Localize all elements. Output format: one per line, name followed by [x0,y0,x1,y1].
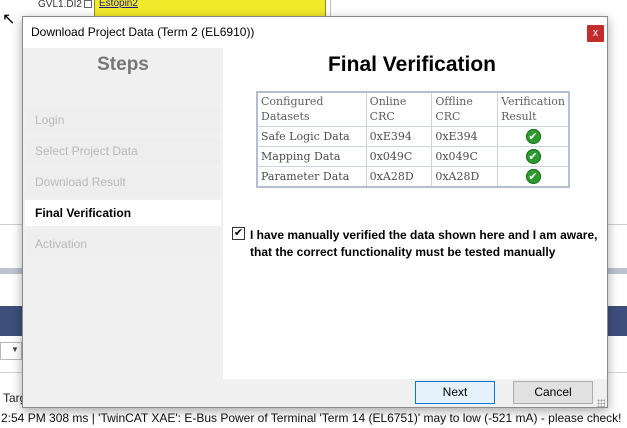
check-circle-icon: ✔ [525,168,541,184]
table-header-row: Configured Datasets Online CRC Offline C… [256,91,570,127]
step-activation: Activation [25,231,221,257]
cancel-button[interactable]: Cancel [513,381,593,404]
output-log-line: 2:54 PM 308 ms | 'TwinCAT XAE': E-Bus Po… [0,408,627,428]
next-button[interactable]: Next [415,381,495,404]
offline-crc: 0xE394 [431,125,499,147]
page-title: Final Verification [327,53,497,76]
header-line: Online [369,95,407,108]
steps-heading: Steps [97,54,149,75]
column-header-configured-datasets: Configured Datasets [256,91,367,127]
table-row: Safe Logic Data 0xE394 0xE394 ✔ [256,125,570,147]
table-row: Mapping Data 0x049C 0x049C ✔ [256,145,570,167]
online-crc: 0xA28D [365,165,433,187]
online-crc: 0x049C [365,145,433,167]
background-variable-checkbox [84,0,92,8]
step-select-project-data: Select Project Data [25,138,221,164]
dataset-name: Mapping Data [256,145,367,167]
chevron-down-icon: ▼ [11,345,19,354]
background-estop-label: Estopin2 [99,0,138,9]
step-final-verification: Final Verification [25,200,221,226]
header-line: Configured [261,95,324,108]
resize-grip-icon[interactable] [597,399,605,407]
steps-panel: Steps Login Select Project Data Download… [23,48,223,379]
header-line: Verification [501,95,565,108]
verification-result: ✔ [497,125,570,147]
verification-result: ✔ [497,145,570,167]
header-line: CRC [435,110,461,123]
crc-verification-table: Configured Datasets Online CRC Offline C… [256,91,570,188]
header-line: CRC [369,110,395,123]
step-login: Login [25,107,221,133]
content-panel: Final Verification Configured Datasets O… [223,48,607,379]
column-header-offline-crc: Offline CRC [431,91,499,127]
close-icon: x [592,27,599,39]
manual-verification-checkbox[interactable]: ✔ [232,226,245,240]
verification-result: ✔ [497,165,570,187]
dataset-name: Safe Logic Data [256,125,367,147]
dialog-button-bar: Next Cancel [23,379,607,407]
offline-crc: 0x049C [431,145,499,167]
manual-verification-label[interactable]: I have manually verified the data shown … [250,227,602,261]
download-project-data-dialog: Download Project Data (Term 2 (EL6910)) … [22,16,608,408]
dialog-title: Download Project Data (Term 2 (EL6910)) [31,25,255,39]
header-line: Result [501,110,537,123]
offline-crc: 0xA28D [431,165,499,187]
check-circle-icon: ✔ [525,148,541,164]
column-header-verification-result: Verification Result [497,91,570,127]
step-download-result: Download Result [25,169,221,195]
header-line: Offline [435,95,473,108]
check-circle-icon: ✔ [525,128,541,144]
checkmark-icon: ✔ [233,226,244,239]
header-line: Datasets [261,110,310,123]
dataset-name: Parameter Data [256,165,367,187]
close-button[interactable]: x [587,25,604,42]
table-row: Parameter Data 0xA28D 0xA28D ✔ [256,165,570,187]
background-variable-label: GVL1.DI2 [38,0,82,10]
column-header-online-crc: Online CRC [365,91,433,127]
mouse-cursor-icon: ↖ [2,11,16,28]
online-crc: 0xE394 [365,125,433,147]
dialog-titlebar: Download Project Data (Term 2 (EL6910)) … [23,17,607,48]
